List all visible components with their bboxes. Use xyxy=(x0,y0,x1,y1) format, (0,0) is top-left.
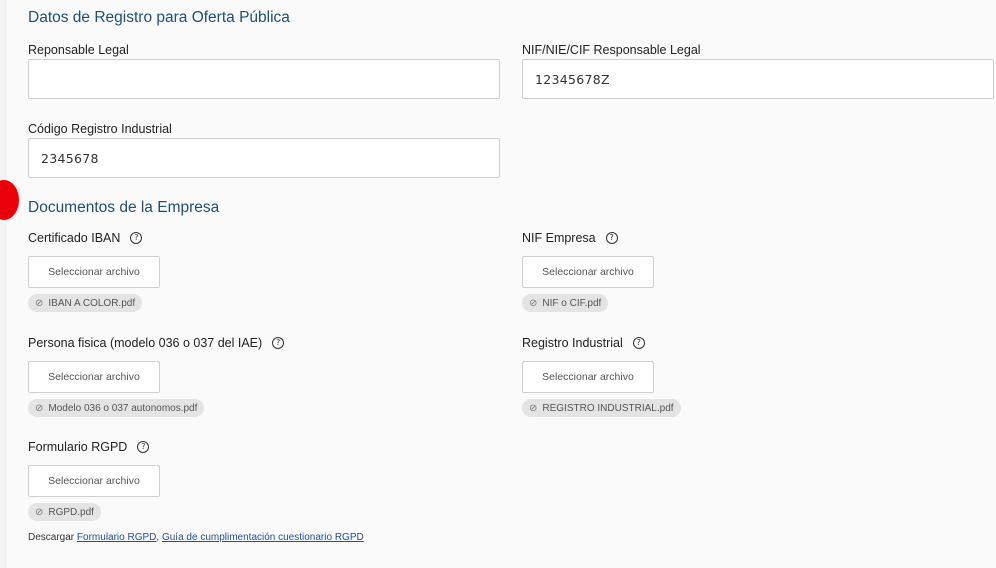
nif-empresa-label: NIF Empresa ? xyxy=(522,231,618,245)
section-title-documentos: Documentos de la Empresa xyxy=(28,199,220,216)
file-chip-registro[interactable]: ⊘ REGISTRO INDUSTRIAL.pdf xyxy=(522,399,681,417)
codigo-registro-label: Código Registro Industrial xyxy=(28,122,172,136)
download-prefix: Descargar xyxy=(28,532,75,543)
file-chip-nif[interactable]: ⊘ NIF o CIF.pdf xyxy=(522,294,609,312)
select-file-button-registro[interactable]: Seleccionar archivo xyxy=(522,361,654,393)
select-file-button-nif[interactable]: Seleccionar archivo xyxy=(522,256,654,288)
red-marker xyxy=(0,180,19,220)
file-chip-rgpd[interactable]: ⊘ RGPD.pdf xyxy=(28,503,101,521)
help-icon[interactable]: ? xyxy=(137,441,150,453)
paperclip-icon: ⊘ xyxy=(529,297,538,309)
certificado-iban-label: Certificado IBAN ? xyxy=(28,231,143,245)
select-file-button-persona[interactable]: Seleccionar archivo xyxy=(28,361,160,393)
paperclip-icon: ⊘ xyxy=(35,402,44,414)
paperclip-icon: ⊘ xyxy=(35,506,44,518)
nif-responsable-label: NIF/NIE/CIF Responsable Legal xyxy=(522,43,701,57)
nif-responsable-input[interactable]: 12345678Z xyxy=(522,59,994,99)
select-file-button-iban[interactable]: Seleccionar archivo xyxy=(28,256,160,288)
guia-rgpd-link[interactable]: Guía de cumplimentación cuestionario RGP… xyxy=(162,532,364,543)
section-title-registro: Datos de Registro para Oferta Pública xyxy=(28,9,290,26)
persona-fisica-label: Persona fisica (modelo 036 o 037 del IAE… xyxy=(28,336,285,350)
help-icon[interactable]: ? xyxy=(130,232,143,244)
paperclip-icon: ⊘ xyxy=(529,402,538,414)
file-chip-persona[interactable]: ⊘ Modelo 036 o 037 autonomos.pdf xyxy=(28,399,205,417)
paperclip-icon: ⊘ xyxy=(35,297,44,309)
file-chip-iban[interactable]: ⊘ IBAN A COLOR.pdf xyxy=(28,294,143,312)
formulario-rgpd-label: Formulario RGPD ? xyxy=(28,440,150,454)
codigo-registro-input[interactable]: 2345678 xyxy=(28,138,500,178)
help-icon[interactable]: ? xyxy=(632,337,645,349)
responsable-legal-input[interactable] xyxy=(28,59,500,99)
select-file-button-rgpd[interactable]: Seleccionar archivo xyxy=(28,465,160,497)
form-panel: Datos de Registro para Oferta Pública Re… xyxy=(0,0,996,568)
formulario-rgpd-link[interactable]: Formulario RGPD xyxy=(77,532,156,543)
download-links: Descargar Formulario RGPD, Guía de cumpl… xyxy=(28,532,364,543)
responsable-legal-label: Reponsable Legal xyxy=(28,43,129,57)
help-icon[interactable]: ? xyxy=(605,232,618,244)
help-icon[interactable]: ? xyxy=(272,337,285,349)
registro-industrial-label: Registro Industrial ? xyxy=(522,336,645,350)
